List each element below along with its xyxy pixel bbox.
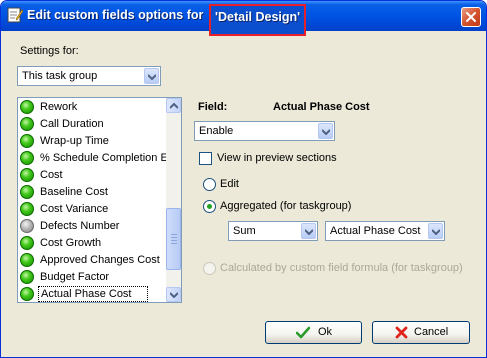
cancel-button[interactable]: Cancel (372, 321, 470, 344)
calculated-radio[interactable] (203, 262, 216, 275)
list-item-label: Baseline Cost (40, 186, 108, 198)
aggregate-source-combo[interactable]: Actual Phase Cost (325, 221, 445, 241)
list-item-label: Actual Phase Cost (38, 286, 148, 302)
list-item[interactable]: % Schedule Completion El (19, 150, 170, 167)
settings-for-combo[interactable]: This task group (17, 66, 161, 86)
list-item-label: Cost (40, 169, 63, 181)
list-item-label: Call Duration (40, 118, 104, 130)
list-scrollbar[interactable] (166, 98, 181, 302)
list-item[interactable]: Cost (19, 167, 165, 184)
checkmark-icon (296, 326, 310, 339)
enable-combo[interactable]: Enable (194, 121, 335, 141)
ok-button-label: Ok (318, 326, 333, 338)
scroll-up-button[interactable] (166, 98, 181, 113)
enable-dropdown-button[interactable] (318, 123, 333, 139)
status-green-icon (20, 168, 34, 182)
status-green-icon (20, 253, 34, 267)
list-item[interactable]: Rework (19, 99, 165, 116)
scroll-down-button[interactable] (166, 287, 181, 302)
list-item-label: Defects Number (40, 220, 120, 232)
list-item-label: Budget Factor (40, 271, 110, 283)
list-item-label: Cost Variance (40, 203, 109, 215)
list-item-label: % Schedule Completion El (40, 152, 171, 164)
list-item[interactable]: Budget Factor (19, 269, 165, 286)
close-button[interactable] (461, 7, 481, 27)
aggregate-source-dropdown-button[interactable] (428, 223, 443, 239)
field-name: Actual Phase Cost (273, 101, 370, 113)
status-green-icon (20, 236, 34, 250)
thumb-grip-line (171, 243, 177, 244)
chevron-down-icon (148, 74, 156, 80)
enable-value: Enable (199, 125, 234, 137)
chevron-down-icon (322, 129, 330, 135)
settings-dropdown-button[interactable] (144, 68, 159, 84)
title-bar[interactable]: Edit custom fields options for 'Detail D… (1, 1, 486, 36)
settings-for-value: This task group (22, 70, 98, 82)
status-gray-icon (20, 219, 34, 233)
app-edit-icon (7, 7, 23, 23)
dialog-window: Edit custom fields options for 'Detail D… (0, 0, 487, 358)
view-preview-label: View in preview sections (217, 152, 337, 164)
chevron-down-icon (305, 229, 313, 235)
aggregated-radio[interactable] (203, 200, 216, 213)
list-item[interactable]: Actual Phase Cost (19, 286, 165, 302)
status-green-icon (20, 134, 34, 148)
cancel-button-label: Cancel (414, 326, 449, 338)
dialog-title: Edit custom fields options for (27, 8, 204, 22)
aggregate-function-combo[interactable]: Sum (228, 221, 318, 241)
thumb-grip-line (171, 234, 177, 235)
chevron-down-icon (170, 292, 178, 298)
custom-fields-list[interactable]: Rework Call Duration Wrap-up Time % Schedul… (17, 97, 182, 303)
dialog-title-task-name: 'Detail Design' (215, 10, 301, 24)
list-item[interactable]: Call Duration (19, 116, 165, 133)
list-item[interactable]: Wrap-up Time (19, 133, 165, 150)
list-item[interactable]: Cost Variance (19, 201, 165, 218)
list-item-label: Cost Growth (40, 237, 102, 249)
aggregate-source-value: Actual Phase Cost (330, 225, 421, 237)
status-green-icon (20, 202, 34, 216)
aggregate-function-value: Sum (233, 225, 256, 237)
list-item[interactable]: Baseline Cost (19, 184, 165, 201)
red-x-icon (395, 326, 408, 339)
ok-button[interactable]: Ok (265, 321, 362, 344)
title-highlight-box: 'Detail Design' (209, 4, 306, 36)
edit-radio[interactable] (203, 178, 216, 191)
aggregate-function-dropdown-button[interactable] (301, 223, 316, 239)
list-item[interactable]: Defects Number (19, 218, 165, 235)
field-label: Field: (198, 101, 228, 113)
aggregated-radio-label: Aggregated (for taskgroup) (220, 200, 352, 212)
list-item-label: Wrap-up Time (40, 135, 109, 147)
chevron-up-icon (170, 103, 178, 109)
status-green-icon (20, 100, 34, 114)
view-preview-checkbox[interactable] (199, 152, 212, 165)
list-item-label: Approved Changes Cost (40, 254, 160, 266)
list-item-label: Rework (40, 101, 78, 113)
thumb-grip-line (171, 237, 177, 238)
chevron-down-icon (432, 229, 440, 235)
status-green-icon (20, 270, 34, 284)
status-green-icon (20, 185, 34, 199)
close-icon (466, 12, 476, 22)
list-item[interactable]: Approved Changes Cost (19, 252, 165, 269)
scroll-thumb[interactable] (166, 208, 181, 270)
status-green-icon (20, 117, 34, 131)
settings-for-label: Settings for: (20, 45, 79, 57)
calculated-radio-label: Calculated by custom field formula (for … (220, 262, 463, 274)
status-green-icon (20, 287, 34, 301)
edit-radio-label: Edit (220, 178, 239, 190)
status-green-icon (20, 151, 34, 165)
thumb-grip-line (171, 240, 177, 241)
list-item[interactable]: Cost Growth (19, 235, 165, 252)
